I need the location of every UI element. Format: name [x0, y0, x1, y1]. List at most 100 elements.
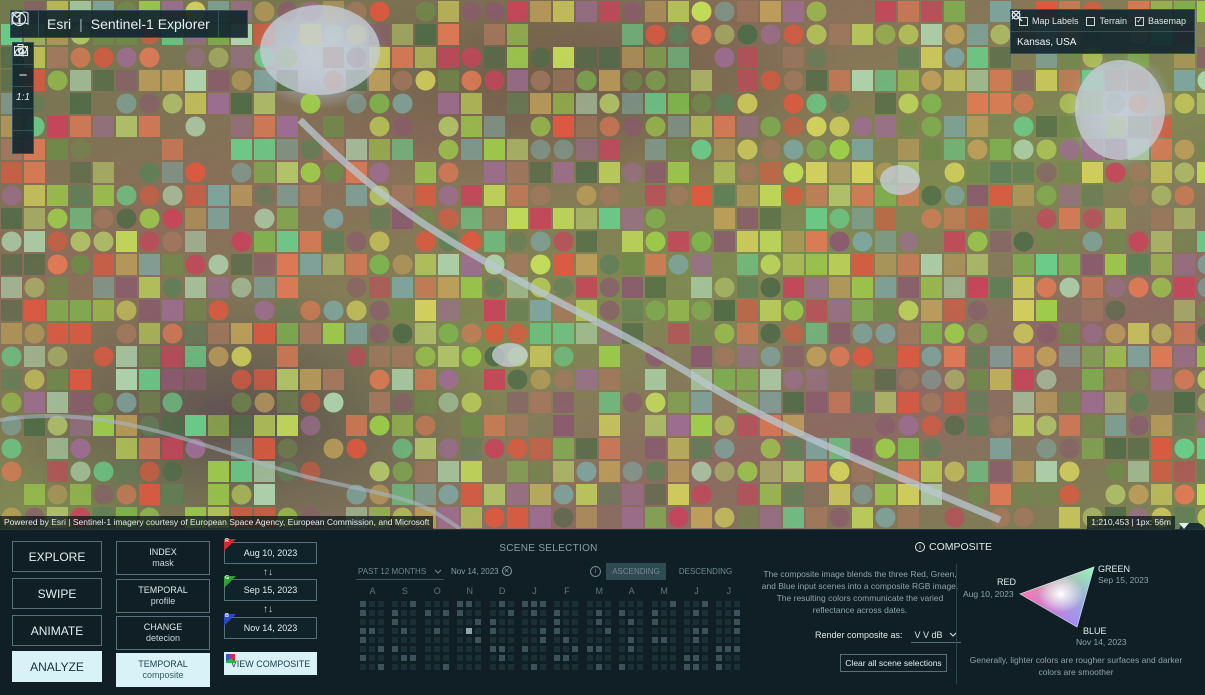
- time-range-dropdown[interactable]: PAST 12 MONTHS: [356, 564, 444, 580]
- calendar-day[interactable]: [684, 664, 690, 670]
- calendar-day[interactable]: [507, 610, 514, 616]
- calendar-day[interactable]: [442, 664, 449, 670]
- calendar-day[interactable]: [619, 610, 626, 616]
- clear-search-button[interactable]: [1011, 10, 1172, 54]
- swap-green-blue-button[interactable]: ↑↓: [263, 604, 273, 615]
- calendar-day[interactable]: [684, 655, 690, 661]
- map-labels-toggle[interactable]: Map Labels: [1018, 16, 1079, 26]
- calendar-day[interactable]: [651, 610, 658, 616]
- calendar-day[interactable]: [628, 619, 635, 625]
- swap-red-green-button[interactable]: ↑↓: [263, 567, 273, 578]
- view-composite-button[interactable]: VIEW COMPOSITE: [224, 652, 317, 675]
- clear-date-button[interactable]: ✕: [501, 566, 512, 576]
- calendar-day[interactable]: [660, 637, 667, 643]
- collapse-panel-button[interactable]: [1179, 523, 1205, 529]
- calendar-day[interactable]: [693, 637, 699, 643]
- calendar-day[interactable]: [424, 610, 431, 616]
- calendar-day[interactable]: [466, 628, 473, 634]
- calendar-day[interactable]: [531, 610, 537, 616]
- calendar-day[interactable]: [693, 664, 699, 670]
- calendar-day[interactable]: [360, 655, 366, 661]
- calendar-day[interactable]: [360, 637, 366, 643]
- calendar-day[interactable]: [554, 610, 561, 616]
- tool-change-detection-button[interactable]: CHANGE detecion: [116, 616, 210, 650]
- calendar-day[interactable]: [410, 601, 417, 607]
- mode-swipe-button[interactable]: SWIPE: [12, 578, 102, 609]
- calendar-day[interactable]: [716, 646, 723, 652]
- search-button[interactable]: [1011, 10, 1194, 54]
- calendar-day[interactable]: [716, 655, 723, 661]
- calendar-day[interactable]: [360, 628, 366, 634]
- calendar-day[interactable]: [401, 628, 408, 634]
- calendar-day[interactable]: [669, 601, 676, 607]
- calendar-day[interactable]: [475, 637, 482, 643]
- basemap-toggle[interactable]: ✓ Basemap: [1134, 16, 1186, 26]
- calendar-day[interactable]: [360, 601, 366, 607]
- zoom-out-button[interactable]: −: [13, 65, 33, 87]
- render-composite-select[interactable]: V V dB: [910, 627, 961, 643]
- red-band-date-button[interactable]: R Aug 10, 2023: [224, 538, 317, 564]
- calendar-day[interactable]: [604, 628, 611, 634]
- calendar-day[interactable]: [586, 646, 593, 652]
- zoom-native-button[interactable]: 1:1: [13, 87, 33, 109]
- calendar-day[interactable]: [702, 628, 708, 634]
- calendar-day[interactable]: [554, 619, 561, 625]
- calendar-day[interactable]: [595, 664, 602, 670]
- copy-link-button[interactable]: [13, 46, 33, 153]
- calendar-day[interactable]: [734, 610, 741, 616]
- calendar-day[interactable]: [563, 655, 570, 661]
- app-switcher[interactable]: Esri | Sentinel-1 Explorer: [11, 11, 219, 37]
- calendar-day[interactable]: [433, 628, 440, 634]
- ascending-orbit-button[interactable]: ASCENDING: [606, 563, 666, 580]
- calendar-day[interactable]: [442, 610, 449, 616]
- calendar-day[interactable]: [378, 664, 384, 670]
- calendar-day[interactable]: [498, 646, 505, 652]
- calendar-day[interactable]: [693, 610, 699, 616]
- calendar-day[interactable]: [378, 646, 384, 652]
- calendar-day[interactable]: [531, 601, 537, 607]
- calendar-day[interactable]: [651, 619, 658, 625]
- calendar-day[interactable]: [457, 610, 464, 616]
- calendar-day[interactable]: [489, 628, 496, 634]
- clear-scene-selections-button[interactable]: Clear all scene selections: [840, 654, 947, 672]
- calendar-day[interactable]: [651, 637, 658, 643]
- calendar-day[interactable]: [595, 646, 602, 652]
- calendar-day[interactable]: [392, 646, 399, 652]
- calendar-day[interactable]: [716, 664, 723, 670]
- map-view[interactable]: Esri | Sentinel-1 Explorer + − 1:1 Map Lab…: [0, 0, 1205, 529]
- mode-animate-button[interactable]: ANIMATE: [12, 615, 102, 646]
- calendar-day[interactable]: [554, 628, 561, 634]
- calendar-day[interactable]: [522, 646, 528, 652]
- tool-temporal-composite-button[interactable]: TEMPORAL composite: [116, 653, 210, 687]
- calendar-day[interactable]: [595, 610, 602, 616]
- calendar-day[interactable]: [702, 601, 708, 607]
- tool-temporal-profile-button[interactable]: TEMPORAL profile: [116, 579, 210, 613]
- calendar-day[interactable]: [693, 628, 699, 634]
- orbit-info-icon[interactable]: i: [590, 566, 601, 577]
- calendar-day[interactable]: [489, 646, 496, 652]
- calendar-day[interactable]: [392, 610, 399, 616]
- calendar-day[interactable]: [540, 601, 546, 607]
- calendar-day[interactable]: [489, 619, 496, 625]
- mode-analyze-button[interactable]: ANALYZE: [12, 651, 102, 682]
- terrain-checkbox[interactable]: [1086, 16, 1096, 26]
- calendar-day[interactable]: [595, 619, 602, 625]
- calendar-day[interactable]: [572, 646, 579, 652]
- green-band-date-button[interactable]: G Sep 15, 2023: [224, 575, 317, 601]
- location-search-input[interactable]: [1011, 32, 1150, 53]
- calendar-day[interactable]: [693, 655, 699, 661]
- calendar-day[interactable]: [498, 655, 505, 661]
- basemap-checkbox[interactable]: ✓: [1134, 16, 1144, 26]
- calendar-day[interactable]: [540, 628, 546, 634]
- calendar-day[interactable]: [457, 601, 464, 607]
- calendar-day[interactable]: [725, 646, 732, 652]
- tool-index-mask-button[interactable]: INDEX mask: [116, 541, 210, 575]
- calendar-day[interactable]: [531, 664, 537, 670]
- docs-button[interactable]: [11, 11, 247, 37]
- calendar-day[interactable]: [734, 646, 741, 652]
- calendar-day[interactable]: [628, 637, 635, 643]
- calendar-day[interactable]: [554, 655, 561, 661]
- screenshot-button[interactable]: [13, 44, 33, 131]
- calendar-day[interactable]: [498, 601, 505, 607]
- calendar-day[interactable]: [540, 637, 546, 643]
